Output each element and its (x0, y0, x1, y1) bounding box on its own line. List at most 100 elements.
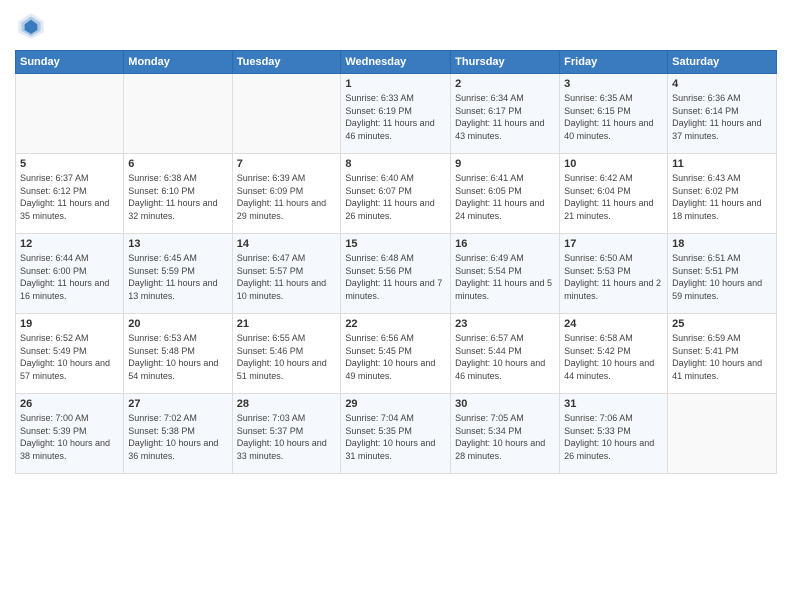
weekday-header-thursday: Thursday (451, 51, 560, 74)
day-number: 26 (20, 398, 119, 410)
weekday-header-sunday: Sunday (16, 51, 124, 74)
day-info: Sunrise: 6:56 AM Sunset: 5:45 PM Dayligh… (345, 332, 446, 382)
calendar-cell: 23 Sunrise: 6:57 AM Sunset: 5:44 PM Dayli… (451, 314, 560, 394)
day-info: Sunrise: 7:00 AM Sunset: 5:39 PM Dayligh… (20, 412, 119, 462)
calendar-week-3: 12 Sunrise: 6:44 AM Sunset: 6:00 PM Dayli… (16, 234, 777, 314)
calendar-cell: 22 Sunrise: 6:56 AM Sunset: 5:45 PM Dayli… (341, 314, 451, 394)
calendar-cell: 20 Sunrise: 6:53 AM Sunset: 5:48 PM Dayli… (124, 314, 232, 394)
day-number: 31 (564, 398, 663, 410)
day-number: 4 (672, 78, 772, 90)
weekday-header-row: SundayMondayTuesdayWednesdayThursdayFrid… (16, 51, 777, 74)
day-info: Sunrise: 6:52 AM Sunset: 5:49 PM Dayligh… (20, 332, 119, 382)
day-number: 14 (237, 238, 337, 250)
day-info: Sunrise: 6:39 AM Sunset: 6:09 PM Dayligh… (237, 172, 337, 222)
day-number: 5 (20, 158, 119, 170)
day-info: Sunrise: 6:48 AM Sunset: 5:56 PM Dayligh… (345, 252, 446, 302)
day-info: Sunrise: 6:43 AM Sunset: 6:02 PM Dayligh… (672, 172, 772, 222)
day-number: 25 (672, 318, 772, 330)
day-number: 29 (345, 398, 446, 410)
weekday-header-saturday: Saturday (668, 51, 777, 74)
page-header (15, 10, 777, 42)
day-number: 12 (20, 238, 119, 250)
day-number: 13 (128, 238, 227, 250)
calendar-cell: 27 Sunrise: 7:02 AM Sunset: 5:38 PM Dayli… (124, 394, 232, 474)
calendar-week-5: 26 Sunrise: 7:00 AM Sunset: 5:39 PM Dayli… (16, 394, 777, 474)
day-info: Sunrise: 7:06 AM Sunset: 5:33 PM Dayligh… (564, 412, 663, 462)
day-number: 20 (128, 318, 227, 330)
day-info: Sunrise: 6:55 AM Sunset: 5:46 PM Dayligh… (237, 332, 337, 382)
calendar-cell: 25 Sunrise: 6:59 AM Sunset: 5:41 PM Dayli… (668, 314, 777, 394)
logo-icon (15, 10, 47, 42)
day-number: 18 (672, 238, 772, 250)
day-info: Sunrise: 6:45 AM Sunset: 5:59 PM Dayligh… (128, 252, 227, 302)
day-number: 8 (345, 158, 446, 170)
day-number: 1 (345, 78, 446, 90)
calendar-cell: 15 Sunrise: 6:48 AM Sunset: 5:56 PM Dayli… (341, 234, 451, 314)
weekday-header-tuesday: Tuesday (232, 51, 341, 74)
weekday-header-friday: Friday (560, 51, 668, 74)
day-info: Sunrise: 6:33 AM Sunset: 6:19 PM Dayligh… (345, 92, 446, 142)
day-info: Sunrise: 6:47 AM Sunset: 5:57 PM Dayligh… (237, 252, 337, 302)
day-number: 7 (237, 158, 337, 170)
calendar-cell: 17 Sunrise: 6:50 AM Sunset: 5:53 PM Dayli… (560, 234, 668, 314)
calendar-cell: 29 Sunrise: 7:04 AM Sunset: 5:35 PM Dayli… (341, 394, 451, 474)
day-number: 2 (455, 78, 555, 90)
calendar-cell: 8 Sunrise: 6:40 AM Sunset: 6:07 PM Daylig… (341, 154, 451, 234)
day-info: Sunrise: 7:02 AM Sunset: 5:38 PM Dayligh… (128, 412, 227, 462)
day-info: Sunrise: 6:42 AM Sunset: 6:04 PM Dayligh… (564, 172, 663, 222)
calendar-body: 1 Sunrise: 6:33 AM Sunset: 6:19 PM Daylig… (16, 74, 777, 474)
day-info: Sunrise: 7:04 AM Sunset: 5:35 PM Dayligh… (345, 412, 446, 462)
calendar-cell: 12 Sunrise: 6:44 AM Sunset: 6:00 PM Dayli… (16, 234, 124, 314)
calendar-header: SundayMondayTuesdayWednesdayThursdayFrid… (16, 51, 777, 74)
day-number: 9 (455, 158, 555, 170)
day-info: Sunrise: 6:58 AM Sunset: 5:42 PM Dayligh… (564, 332, 663, 382)
day-number: 28 (237, 398, 337, 410)
day-info: Sunrise: 6:59 AM Sunset: 5:41 PM Dayligh… (672, 332, 772, 382)
day-number: 21 (237, 318, 337, 330)
day-info: Sunrise: 6:37 AM Sunset: 6:12 PM Dayligh… (20, 172, 119, 222)
day-number: 22 (345, 318, 446, 330)
calendar-week-2: 5 Sunrise: 6:37 AM Sunset: 6:12 PM Daylig… (16, 154, 777, 234)
calendar-table: SundayMondayTuesdayWednesdayThursdayFrid… (15, 50, 777, 474)
day-number: 19 (20, 318, 119, 330)
day-info: Sunrise: 6:36 AM Sunset: 6:14 PM Dayligh… (672, 92, 772, 142)
logo (15, 10, 51, 42)
day-info: Sunrise: 6:44 AM Sunset: 6:00 PM Dayligh… (20, 252, 119, 302)
calendar-cell: 4 Sunrise: 6:36 AM Sunset: 6:14 PM Daylig… (668, 74, 777, 154)
calendar-cell: 11 Sunrise: 6:43 AM Sunset: 6:02 PM Dayli… (668, 154, 777, 234)
day-info: Sunrise: 6:40 AM Sunset: 6:07 PM Dayligh… (345, 172, 446, 222)
day-number: 6 (128, 158, 227, 170)
day-info: Sunrise: 7:05 AM Sunset: 5:34 PM Dayligh… (455, 412, 555, 462)
calendar-cell: 1 Sunrise: 6:33 AM Sunset: 6:19 PM Daylig… (341, 74, 451, 154)
calendar-cell: 13 Sunrise: 6:45 AM Sunset: 5:59 PM Dayli… (124, 234, 232, 314)
day-number: 24 (564, 318, 663, 330)
calendar-week-4: 19 Sunrise: 6:52 AM Sunset: 5:49 PM Dayli… (16, 314, 777, 394)
calendar-cell: 24 Sunrise: 6:58 AM Sunset: 5:42 PM Dayli… (560, 314, 668, 394)
calendar-cell: 30Sunrise: 7:05 AM Sunset: 5:34 PM Dayli… (451, 394, 560, 474)
day-number: 11 (672, 158, 772, 170)
day-info: Sunrise: 6:53 AM Sunset: 5:48 PM Dayligh… (128, 332, 227, 382)
day-number: 17 (564, 238, 663, 250)
day-info: Sunrise: 6:50 AM Sunset: 5:53 PM Dayligh… (564, 252, 663, 302)
calendar-cell: 5 Sunrise: 6:37 AM Sunset: 6:12 PM Daylig… (16, 154, 124, 234)
calendar-cell (232, 74, 341, 154)
calendar-cell: 10 Sunrise: 6:42 AM Sunset: 6:04 PM Dayli… (560, 154, 668, 234)
day-number: 27 (128, 398, 227, 410)
day-number: 16 (455, 238, 555, 250)
weekday-header-wednesday: Wednesday (341, 51, 451, 74)
calendar-cell: 31 Sunrise: 7:06 AM Sunset: 5:33 PM Dayli… (560, 394, 668, 474)
calendar-cell: 21 Sunrise: 6:55 AM Sunset: 5:46 PM Dayli… (232, 314, 341, 394)
calendar-cell: 14 Sunrise: 6:47 AM Sunset: 5:57 PM Dayli… (232, 234, 341, 314)
calendar-cell (124, 74, 232, 154)
day-number: 15 (345, 238, 446, 250)
calendar-cell: 6Sunrise: 6:38 AM Sunset: 6:10 PM Daylig… (124, 154, 232, 234)
calendar-cell (16, 74, 124, 154)
day-info: Sunrise: 6:34 AM Sunset: 6:17 PM Dayligh… (455, 92, 555, 142)
calendar-cell (668, 394, 777, 474)
calendar-cell: 9Sunrise: 6:41 AM Sunset: 6:05 PM Daylig… (451, 154, 560, 234)
day-number: 23 (455, 318, 555, 330)
day-info: Sunrise: 6:35 AM Sunset: 6:15 PM Dayligh… (564, 92, 663, 142)
day-info: Sunrise: 6:57 AM Sunset: 5:44 PM Dayligh… (455, 332, 555, 382)
calendar-cell: 26 Sunrise: 7:00 AM Sunset: 5:39 PM Dayli… (16, 394, 124, 474)
day-number: 10 (564, 158, 663, 170)
